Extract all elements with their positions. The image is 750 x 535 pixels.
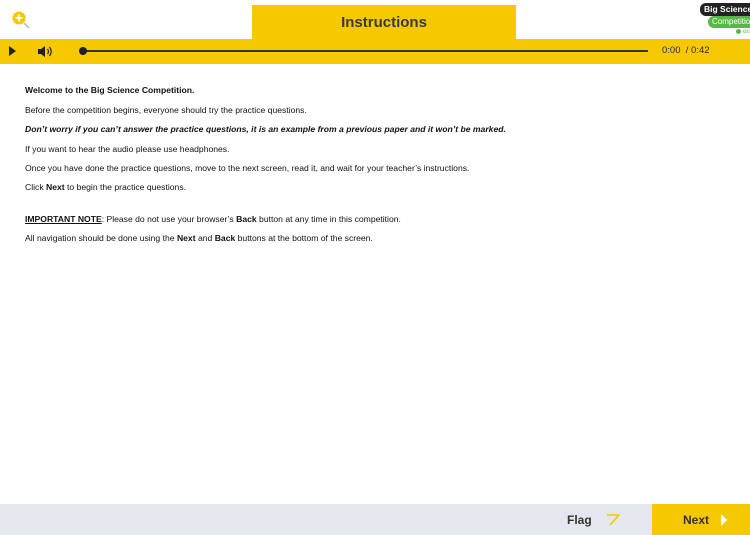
welcome-heading: Welcome to the Big Science Competition. [25, 85, 195, 95]
next-screen-text: Once you have done the practice question… [25, 163, 470, 173]
logo-line-3: online [736, 29, 750, 35]
volume-icon[interactable] [37, 45, 55, 58]
zoom-in-icon[interactable] [10, 9, 32, 31]
play-icon[interactable] [9, 46, 16, 56]
navigation-note-prefix: All navigation should be done using the [25, 233, 177, 243]
next-button[interactable]: Next [652, 504, 750, 535]
navigation-note: All navigation should be done using the … [25, 233, 373, 243]
flag-button[interactable]: Flag [556, 504, 628, 535]
audio-hint: If you want to hear the audio please use… [25, 144, 230, 154]
logo-line-1: Big Science [700, 3, 750, 16]
logo-dot-icon [736, 29, 741, 34]
important-note-suffix: button at any time in this competition. [256, 214, 401, 224]
big-science-logo: Big Science Competition online [696, 3, 750, 39]
intro-text: Before the competition begins, everyone … [25, 105, 307, 115]
top-header: Instructions Big Science Competition onl… [0, 0, 750, 40]
audio-time: 0:00 / 0:42 [662, 45, 710, 56]
flag-label: Flag [567, 512, 592, 527]
click-next-bold: Next [46, 182, 65, 192]
flag-icon [606, 513, 620, 526]
logo-line-3-text: online [743, 29, 750, 36]
important-note-back: Back [236, 214, 257, 224]
click-next-text: Click Next to begin the practice questio… [25, 182, 186, 192]
practice-note: Don’t worry if you can’t answer the prac… [25, 124, 506, 134]
footer-bar: Flag Next [0, 504, 750, 535]
audio-duration: / 0:42 [685, 45, 710, 56]
logo-line-2: Competition [708, 16, 750, 28]
important-note-label: IMPORTANT NOTE [25, 214, 102, 224]
navigation-note-and: and [195, 233, 215, 243]
navigation-note-next: Next [176, 233, 196, 243]
audio-progress-handle[interactable] [79, 47, 87, 55]
click-next-suffix: to begin the practice questions. [64, 182, 187, 192]
important-note: IMPORTANT NOTE: Please do not use your b… [25, 214, 401, 224]
page-title: Instructions [252, 5, 516, 39]
navigation-note-back: Back [214, 233, 236, 243]
chevron-right-icon [721, 513, 728, 526]
click-next-prefix: Click [25, 182, 47, 192]
navigation-note-suffix: buttons at the bottom of the screen. [235, 233, 373, 243]
audio-player: 0:00 / 0:42 [0, 39, 750, 64]
important-note-prefix: : Please do not use your browser’s [101, 214, 237, 224]
audio-current-time: 0:00 [662, 45, 681, 56]
next-label: Next [683, 512, 710, 527]
audio-progress-track[interactable] [82, 50, 648, 52]
